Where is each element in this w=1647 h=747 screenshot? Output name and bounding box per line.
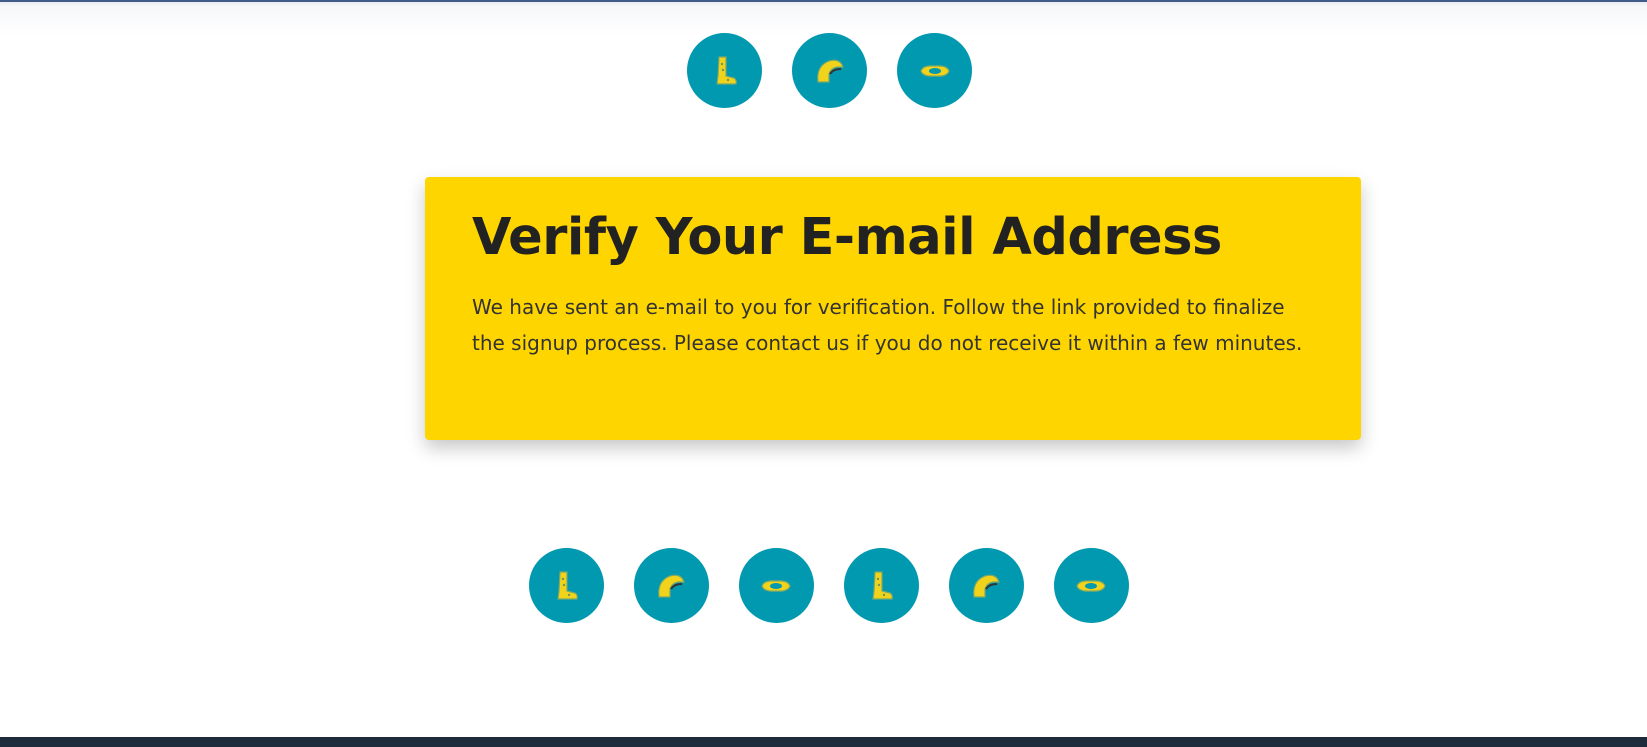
verification-message: We have sent an e-mail to you for verifi… xyxy=(472,294,1303,355)
goggles-icon xyxy=(761,579,791,592)
helmet-icon-badge xyxy=(792,33,867,108)
helmet-icon xyxy=(816,59,844,83)
boot-icon-badge xyxy=(687,33,762,108)
page-title: Verify Your E-mail Address xyxy=(472,208,1222,267)
boot-icon xyxy=(557,570,578,600)
goggles-icon-badge xyxy=(1053,548,1129,623)
helmet-icon-badge xyxy=(633,548,709,623)
boot-icon-badge xyxy=(528,548,604,623)
goggles-icon xyxy=(919,64,950,77)
boot-icon xyxy=(715,55,737,85)
boot-icon xyxy=(872,570,893,600)
verify-email-card: Verify Your E-mail Address We have sent … xyxy=(425,177,1361,440)
goggles-icon-badge xyxy=(897,33,972,108)
goggles-icon-badge xyxy=(738,548,814,623)
top-header-bar xyxy=(0,0,1647,34)
boot-icon-badge xyxy=(843,548,919,623)
top-icon-row xyxy=(6,33,1647,109)
bottom-icon-row xyxy=(5,548,1647,624)
helmet-icon xyxy=(658,574,685,598)
goggles-icon xyxy=(1076,579,1106,592)
helmet-icon xyxy=(973,574,1000,598)
helmet-icon-badge xyxy=(948,548,1024,623)
footer-bar xyxy=(0,737,1647,747)
